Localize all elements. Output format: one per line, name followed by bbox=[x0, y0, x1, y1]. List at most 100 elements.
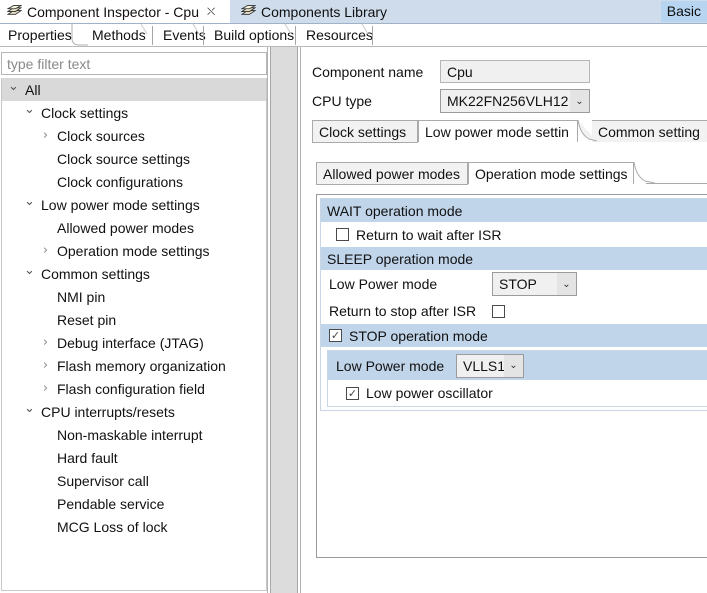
view-tab-label: Components Library bbox=[261, 3, 388, 20]
tab-curve-icon bbox=[284, 24, 292, 35]
view-splitter[interactable]: << bbox=[270, 47, 563, 593]
chevron-right-icon[interactable]: › bbox=[38, 244, 53, 257]
wait-operation-mode-header: WAIT operation mode bbox=[321, 199, 707, 222]
low-power-oscillator-checkbox[interactable] bbox=[346, 386, 359, 400]
stop-low-power-mode-value: VLLS1 bbox=[463, 357, 504, 374]
tree-item-label: Allowed power modes bbox=[57, 219, 194, 236]
operation-mode-group: WAIT operation mode Return to wait after… bbox=[320, 198, 707, 411]
cpu-type-value: MK22FN256VLH12 bbox=[447, 93, 569, 109]
tree-item[interactable]: Supervisor call bbox=[2, 469, 266, 492]
tree-item[interactable]: ⌄ All bbox=[2, 78, 266, 101]
tree-item[interactable]: ⌄ Clock settings bbox=[2, 101, 266, 124]
close-icon[interactable]: ⛌ bbox=[207, 5, 215, 19]
tree-item-label: Flash memory organization bbox=[57, 357, 226, 374]
stop-operation-mode-header[interactable]: STOP operation mode bbox=[321, 324, 707, 347]
tab-allowed-power-modes[interactable]: Allowed power modes bbox=[316, 162, 468, 184]
tree-item-label: NMI pin bbox=[57, 288, 106, 305]
stop-low-power-mode-combobox[interactable]: VLLS1 ⌄ bbox=[456, 353, 524, 378]
component-name-row: Component name Cpu bbox=[312, 60, 590, 83]
component-inspector-window: Component Inspector - Cpu ⛌ Components L… bbox=[0, 0, 707, 593]
tree-item[interactable]: › Debug interface (JTAG) bbox=[2, 331, 266, 354]
component-name-label: Component name bbox=[312, 63, 424, 80]
return-to-wait-after-isr-row[interactable]: Return to wait after ISR bbox=[321, 222, 707, 247]
tree-item[interactable]: ⌄ Low power mode settings bbox=[2, 193, 266, 216]
tree-item-label: Clock settings bbox=[41, 104, 129, 121]
cpu-type-combobox[interactable]: MK22FN256VLH12 ⌄ bbox=[440, 89, 590, 113]
splitter-right-edge bbox=[300, 47, 301, 593]
return-to-stop-after-isr-row[interactable]: Return to stop after ISR bbox=[321, 298, 707, 324]
component-name-input[interactable]: Cpu bbox=[440, 60, 590, 83]
tab-curve-icon bbox=[633, 162, 655, 184]
tab-strip-underline bbox=[0, 46, 707, 47]
view-tab-label: Component Inspector - Cpu bbox=[27, 3, 199, 20]
tree-item-label: All bbox=[25, 81, 41, 98]
chevron-down-icon[interactable]: ⌄ bbox=[22, 103, 37, 116]
tree-item-label: CPU interrupts/resets bbox=[41, 403, 175, 420]
chevron-down-icon[interactable]: ⌄ bbox=[570, 90, 589, 112]
tree-item-label: Supervisor call bbox=[57, 472, 149, 489]
tree-item[interactable]: Non-maskable interrupt bbox=[2, 423, 266, 446]
low-power-oscillator-row[interactable]: Low power oscillator bbox=[328, 380, 707, 406]
chevron-down-icon[interactable]: ⌄ bbox=[6, 80, 21, 93]
tree-item-label: Common settings bbox=[41, 265, 150, 282]
tree-item[interactable]: ⌄ Common settings bbox=[2, 262, 266, 285]
splitter-left-edge bbox=[267, 47, 268, 593]
tree-item[interactable]: ⌄ CPU interrupts/resets bbox=[2, 400, 266, 423]
tab-baseline bbox=[316, 184, 468, 185]
level1-tab-strip: Clock settings Low power mode settin Com… bbox=[312, 120, 707, 143]
view-tab-component-inspector[interactable]: Component Inspector - Cpu ⛌ bbox=[0, 0, 230, 23]
tab-curve-icon bbox=[192, 24, 200, 35]
view-tab-components-library[interactable]: Components Library bbox=[234, 0, 424, 23]
tree-item[interactable]: › Flash configuration field bbox=[2, 377, 266, 400]
chevron-down-icon[interactable]: ⌄ bbox=[504, 354, 523, 377]
chevron-right-icon[interactable]: › bbox=[38, 129, 53, 142]
stop-operation-mode-checkbox[interactable] bbox=[329, 329, 342, 342]
filter-input[interactable]: type filter text bbox=[1, 52, 267, 75]
component-stack-icon bbox=[241, 4, 256, 15]
tree-item[interactable]: › Clock sources bbox=[2, 124, 266, 147]
tree-item-label: Hard fault bbox=[57, 449, 118, 466]
return-to-stop-after-isr-checkbox[interactable] bbox=[492, 304, 505, 318]
tab-properties[interactable]: Properties bbox=[2, 24, 78, 46]
chevron-right-icon[interactable]: › bbox=[38, 359, 53, 372]
tab-curve-icon bbox=[361, 24, 369, 35]
chevron-down-icon[interactable]: ⌄ bbox=[22, 195, 37, 208]
tab-curve-icon bbox=[140, 24, 148, 35]
stop-operation-mode-label: STOP operation mode bbox=[349, 327, 488, 344]
tree-item[interactable]: NMI pin bbox=[2, 285, 266, 308]
chevron-right-icon[interactable]: › bbox=[38, 336, 53, 349]
sleep-low-power-mode-row: Low Power mode STOP ⌄ bbox=[321, 270, 707, 298]
mode-badge-basic[interactable]: Basic bbox=[660, 1, 707, 22]
chevron-down-icon[interactable]: ⌄ bbox=[22, 402, 37, 415]
tree-item[interactable]: Allowed power modes bbox=[2, 216, 266, 239]
sleep-low-power-mode-combobox[interactable]: STOP ⌄ bbox=[492, 272, 577, 296]
sleep-operation-mode-header: SLEEP operation mode bbox=[321, 247, 707, 270]
property-tree[interactable]: ⌄ All ⌄ Clock settings › Clock sources Clock s… bbox=[1, 78, 267, 591]
sleep-low-power-mode-label: Low Power mode bbox=[329, 276, 438, 292]
tab-low-power-mode-settings[interactable]: Low power mode settin bbox=[418, 120, 578, 142]
tree-item[interactable]: Pendable service bbox=[2, 492, 266, 515]
detail-pane: Component name Cpu CPU type MK22FN256VLH… bbox=[302, 48, 707, 593]
tree-item-label: Debug interface (JTAG) bbox=[57, 334, 204, 351]
sleep-low-power-mode-value: STOP bbox=[499, 276, 537, 292]
low-power-oscillator-label: Low power oscillator bbox=[366, 385, 493, 401]
tree-item[interactable]: Reset pin bbox=[2, 308, 266, 331]
chevron-right-icon[interactable]: › bbox=[38, 382, 53, 395]
component-stack-icon bbox=[7, 4, 22, 15]
tree-item-label: Non-maskable interrupt bbox=[57, 426, 203, 443]
tree-item[interactable]: › Flash memory organization bbox=[2, 354, 266, 377]
chevron-down-icon[interactable]: ⌄ bbox=[557, 273, 576, 295]
tree-item[interactable]: Clock source settings bbox=[2, 147, 266, 170]
tree-item[interactable]: Hard fault bbox=[2, 446, 266, 469]
chevron-down-icon[interactable]: ⌄ bbox=[22, 264, 37, 277]
tree-item[interactable]: Clock configurations bbox=[2, 170, 266, 193]
tree-item-label: Reset pin bbox=[57, 311, 117, 328]
tree-item[interactable]: MCG Loss of lock bbox=[2, 515, 266, 538]
tree-item[interactable]: › Operation mode settings bbox=[2, 239, 266, 262]
tab-common-settings[interactable]: Common setting bbox=[592, 120, 707, 142]
view-tab-bar: Component Inspector - Cpu ⛌ Components L… bbox=[0, 0, 707, 24]
tab-clock-settings[interactable]: Clock settings bbox=[312, 120, 418, 142]
tab-operation-mode-settings[interactable]: Operation mode settings bbox=[468, 162, 634, 184]
return-to-wait-after-isr-checkbox[interactable] bbox=[336, 228, 349, 241]
tree-item-label: Flash configuration field bbox=[57, 380, 205, 397]
